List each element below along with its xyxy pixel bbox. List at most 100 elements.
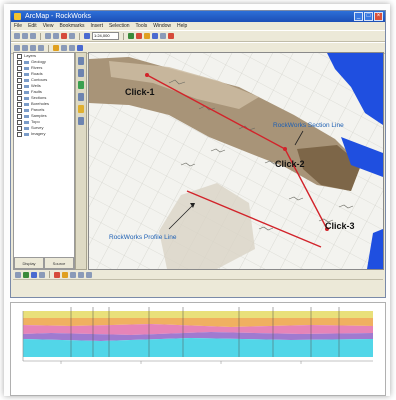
- layer-swatch-icon: [24, 132, 29, 136]
- toolbar-divider: [49, 271, 50, 278]
- layer-checkbox[interactable]: [17, 125, 22, 131]
- profile-tool-icon[interactable]: [144, 33, 150, 39]
- new-icon[interactable]: [14, 33, 20, 39]
- layer-swatch-icon: [24, 102, 29, 106]
- delete-icon[interactable]: [61, 33, 67, 39]
- back-icon[interactable]: [61, 45, 67, 51]
- info-icon[interactable]: [77, 45, 83, 51]
- layer-swatch-icon: [24, 72, 29, 76]
- layer-tool-icon[interactable]: [78, 57, 84, 65]
- find-icon[interactable]: [160, 33, 166, 39]
- draw-shape-icon[interactable]: [31, 271, 37, 278]
- menu-selection[interactable]: Selection: [109, 22, 130, 30]
- map-canvas[interactable]: Click-1 Click-2 Click-3 RockWorks Sectio…: [89, 53, 383, 269]
- query-tool-icon[interactable]: [78, 93, 84, 101]
- open-icon[interactable]: [22, 33, 28, 39]
- layer-checkbox[interactable]: [17, 83, 22, 89]
- undo-icon[interactable]: [69, 33, 75, 39]
- zoom-out-icon[interactable]: [22, 45, 28, 51]
- layer-checkbox[interactable]: [17, 89, 22, 95]
- cyan-layer-band: [23, 338, 373, 357]
- arcmap-window: ArcMap - RockWorks _ □ × File Edit View …: [10, 10, 386, 298]
- layer-checkbox[interactable]: [17, 65, 22, 71]
- save-icon[interactable]: [30, 33, 36, 39]
- menu-tools[interactable]: Tools: [136, 22, 148, 30]
- toolbar-divider: [40, 32, 41, 40]
- identify-icon[interactable]: [152, 33, 158, 39]
- window-controls: _ □ ×: [354, 12, 383, 21]
- screenshot-frame: ArcMap - RockWorks _ □ × File Edit View …: [4, 4, 390, 396]
- click-1-label: Click-1: [125, 87, 155, 97]
- layer-swatch-icon: [24, 78, 29, 82]
- maximize-button[interactable]: □: [364, 12, 373, 21]
- table-of-contents: Layers Geology Rivers Roads Contours Wel…: [13, 52, 75, 270]
- vertical-tool-strip: [75, 52, 87, 270]
- axis-ticks: [60, 361, 302, 364]
- toc-layer-row[interactable]: Imagery: [14, 131, 74, 137]
- grid-tool-icon[interactable]: [78, 69, 84, 77]
- layer-checkbox[interactable]: [17, 71, 22, 77]
- menu-file[interactable]: File: [14, 22, 22, 30]
- layer-checkbox[interactable]: [17, 113, 22, 119]
- draw-italic-icon[interactable]: [86, 271, 92, 278]
- cut-icon[interactable]: [45, 33, 51, 39]
- layer-swatch-icon: [24, 66, 29, 70]
- layer-checkbox[interactable]: [17, 59, 22, 65]
- map-scale-field[interactable]: 1:24,000: [92, 32, 119, 40]
- app-icon: [14, 13, 21, 20]
- draw-bold-icon[interactable]: [78, 271, 84, 278]
- draw-line-color-icon[interactable]: [62, 271, 68, 278]
- menu-help[interactable]: Help: [177, 22, 187, 30]
- menu-view[interactable]: View: [43, 22, 54, 30]
- layer-swatch-icon: [24, 90, 29, 94]
- section-line-label: RockWorks Section Line: [273, 122, 344, 129]
- add-point-icon[interactable]: [78, 81, 84, 89]
- draw-font-icon[interactable]: [70, 271, 76, 278]
- standard-toolbar: 1:24,000: [11, 30, 385, 42]
- menu-edit[interactable]: Edit: [28, 22, 37, 30]
- tab-display[interactable]: Display: [14, 257, 44, 269]
- toolbar-divider: [48, 44, 49, 52]
- title-bar[interactable]: ArcMap - RockWorks _ □ ×: [11, 11, 385, 22]
- draw-select-icon[interactable]: [15, 271, 21, 278]
- menu-window[interactable]: Window: [153, 22, 171, 30]
- layer-checkbox[interactable]: [17, 77, 22, 83]
- toolbar-divider: [79, 32, 80, 40]
- layer-checkbox[interactable]: [17, 131, 22, 137]
- layer-checkbox[interactable]: [17, 95, 22, 101]
- tab-source[interactable]: Source: [44, 257, 74, 269]
- click-1-point[interactable]: [145, 73, 149, 77]
- select-icon[interactable]: [53, 45, 59, 51]
- export-tool-icon[interactable]: [78, 117, 84, 125]
- copy-icon[interactable]: [53, 33, 59, 39]
- menu-insert[interactable]: Insert: [90, 22, 103, 30]
- draw-fill-icon[interactable]: [54, 271, 60, 278]
- full-extent-icon[interactable]: [38, 45, 44, 51]
- menu-bookmarks[interactable]: Bookmarks: [59, 22, 84, 30]
- zoom-in-icon[interactable]: [14, 45, 20, 51]
- layer-checkbox[interactable]: [17, 107, 22, 113]
- map-view[interactable]: Click-1 Click-2 Click-3 RockWorks Sectio…: [88, 52, 384, 270]
- pan-icon[interactable]: [30, 45, 36, 51]
- click-3-label: Click-3: [325, 221, 355, 231]
- layer-checkbox[interactable]: [17, 53, 22, 59]
- draw-rotate-icon[interactable]: [23, 271, 29, 278]
- toc-tabs: Display Source: [14, 257, 74, 269]
- layer-swatch-icon: [24, 126, 29, 130]
- click-2-point[interactable]: [283, 147, 287, 151]
- window-title: ArcMap - RockWorks: [25, 13, 91, 20]
- layer-checkbox[interactable]: [17, 119, 22, 125]
- highlight-tool-icon[interactable]: [78, 105, 84, 113]
- add-data-icon[interactable]: [84, 33, 90, 39]
- draw-text-icon[interactable]: [39, 271, 45, 278]
- minimize-button[interactable]: _: [354, 12, 363, 21]
- editor-icon[interactable]: [128, 33, 134, 39]
- layer-checkbox[interactable]: [17, 101, 22, 107]
- profile-chart: [22, 307, 373, 364]
- layer-swatch-icon: [24, 60, 29, 64]
- forward-icon[interactable]: [69, 45, 75, 51]
- click-2-label: Click-2: [275, 159, 305, 169]
- measure-icon[interactable]: [168, 33, 174, 39]
- section-tool-icon[interactable]: [136, 33, 142, 39]
- close-button[interactable]: ×: [374, 12, 383, 21]
